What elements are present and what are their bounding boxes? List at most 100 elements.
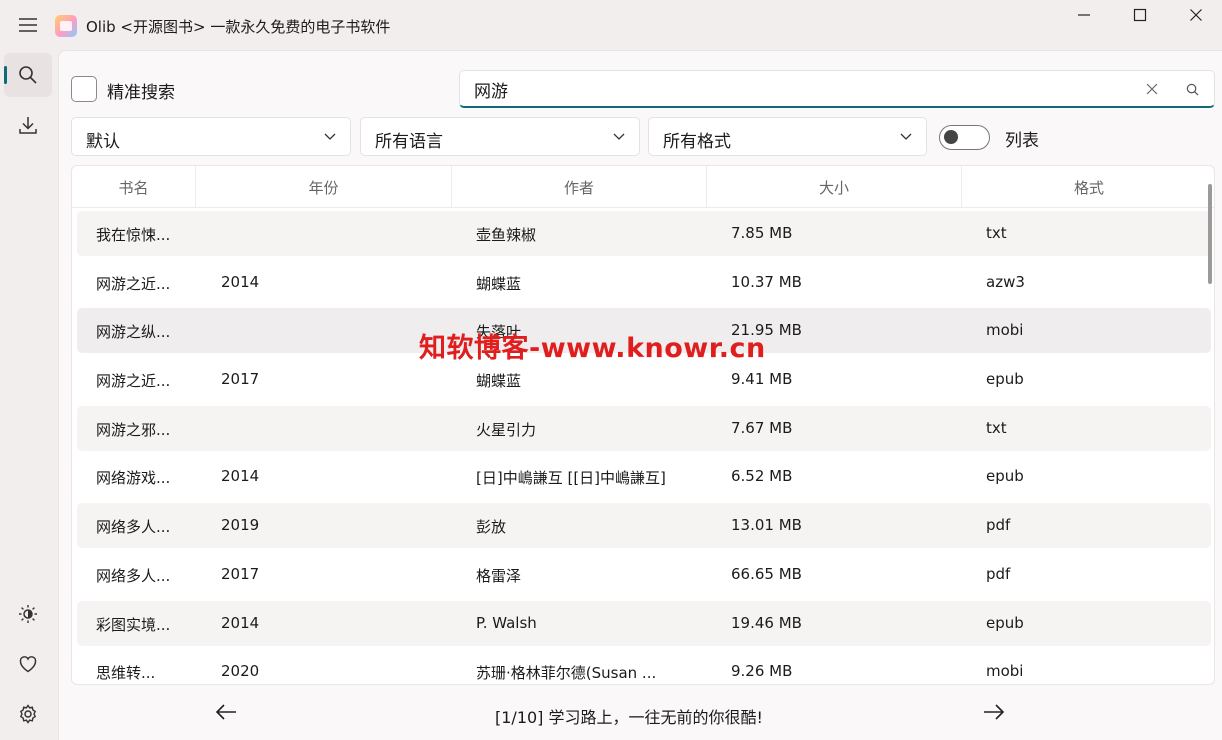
app-title: Olib <开源图书> 一款永久免费的电子书软件	[86, 18, 391, 36]
cell-author: 蝴蝶蓝	[476, 372, 522, 390]
table-row[interactable]: 网络游戏... 2014 [日]中嶋謙互 [[日]中嶋謙互] 6.52 MB e…	[77, 454, 1211, 499]
cell-format: mobi	[986, 662, 1024, 680]
table-scrollbar[interactable]	[1208, 184, 1212, 284]
theme-icon	[19, 605, 37, 623]
nav-settings[interactable]	[4, 692, 52, 736]
chevron-down-icon	[613, 133, 625, 140]
table-row[interactable]: 网络多人... 2017 格雷泽 66.65 MB pdf	[77, 552, 1211, 597]
language-select-value: 所有语言	[375, 132, 443, 152]
heart-icon	[19, 656, 37, 673]
watermark: 知软博客-www.knowr.cn	[419, 333, 766, 364]
precise-search-label: 精准搜索	[107, 83, 175, 103]
arrow-left-icon[interactable]	[211, 699, 241, 725]
cell-author: 苏珊·格林菲尔德(Susan ...	[476, 664, 657, 682]
close-icon[interactable]	[1142, 79, 1162, 99]
list-toggle-label: 列表	[1005, 131, 1039, 151]
cell-author: 火星引力	[476, 421, 537, 439]
toggle-knob	[944, 130, 958, 144]
cell-title: 网络多人...	[96, 518, 171, 536]
hamburger-menu-icon[interactable]	[12, 10, 44, 40]
column-header-author[interactable]: 作者	[452, 166, 707, 208]
cell-year: 2020	[221, 662, 260, 680]
table-row[interactable]: 网游之近... 2014 蝴蝶蓝 10.37 MB azw3	[77, 260, 1211, 305]
cell-year: 2014	[221, 467, 260, 485]
cell-title: 思维转...	[96, 664, 156, 682]
cell-year: 2019	[221, 516, 260, 534]
cell-title: 网络多人...	[96, 567, 171, 585]
cell-author: 彭放	[476, 518, 507, 536]
cell-year: 2017	[221, 565, 260, 583]
close-window-button[interactable]	[1166, 0, 1222, 30]
cell-year: 2014	[221, 273, 260, 291]
language-select[interactable]: 所有语言	[360, 117, 640, 156]
cell-size: 13.01 MB	[731, 516, 802, 534]
title-bar: Olib <开源图书> 一款永久免费的电子书软件	[0, 0, 1222, 50]
minimize-button[interactable]	[1054, 0, 1114, 30]
column-header-year[interactable]: 年份	[196, 166, 452, 208]
cell-size: 7.85 MB	[731, 224, 793, 242]
sort-select-value: 默认	[86, 132, 120, 152]
column-header-format[interactable]: 格式	[962, 166, 1214, 208]
cell-title: 网游之近...	[96, 275, 171, 293]
nav-search[interactable]	[4, 53, 52, 97]
nav-theme[interactable]	[4, 592, 52, 636]
cell-title: 我在惊悚...	[96, 226, 171, 244]
table-row[interactable]: 网络多人... 2019 彭放 13.01 MB pdf	[77, 503, 1211, 548]
maximize-button[interactable]	[1110, 0, 1170, 30]
pagination-text: [1/10] 学习路上，一往无前的你很酷!	[495, 708, 763, 727]
table-row[interactable]: 思维转... 2020 苏珊·格林菲尔德(Susan ... 9.26 MB m…	[77, 649, 1211, 684]
cell-author: [日]中嶋謙互 [[日]中嶋謙互]	[476, 469, 666, 487]
app-logo	[55, 15, 77, 37]
search-icon[interactable]	[1182, 79, 1202, 99]
cell-format: txt	[986, 224, 1007, 242]
cell-format: pdf	[986, 565, 1011, 583]
search-input[interactable]	[460, 71, 1130, 107]
format-select-value: 所有格式	[663, 132, 731, 152]
gear-icon	[19, 704, 37, 724]
table-header: 书名 年份 作者 大小 格式	[72, 166, 1214, 208]
cell-author: P. Walsh	[476, 614, 537, 632]
nav-download[interactable]	[4, 103, 52, 147]
cell-size: 6.52 MB	[731, 467, 793, 485]
cell-title: 彩图实境...	[96, 616, 171, 634]
results-table: 书名 年份 作者 大小 格式 我在惊悚... 壶鱼辣椒 7.85 MB txt …	[71, 165, 1215, 685]
cell-author: 壶鱼辣椒	[476, 226, 537, 244]
column-header-title[interactable]: 书名	[72, 166, 196, 208]
cell-format: mobi	[986, 321, 1024, 339]
download-icon	[19, 117, 37, 134]
sidebar	[0, 50, 58, 740]
cell-title: 网游之邪...	[96, 421, 171, 439]
cell-size: 66.65 MB	[731, 565, 802, 583]
cell-format: epub	[986, 370, 1024, 388]
search-icon	[19, 66, 37, 84]
cell-format: azw3	[986, 273, 1025, 291]
cell-author: 格雷泽	[476, 567, 522, 585]
precise-search-checkbox[interactable]	[71, 76, 97, 102]
cell-title: 网游之近...	[96, 372, 171, 390]
chevron-down-icon	[900, 133, 912, 140]
cell-year: 2014	[221, 614, 260, 632]
sort-select[interactable]: 默认	[71, 117, 351, 156]
cell-format: epub	[986, 614, 1024, 632]
cell-format: epub	[986, 467, 1024, 485]
cell-author: 蝴蝶蓝	[476, 275, 522, 293]
chevron-down-icon	[324, 133, 336, 140]
table-row[interactable]: 彩图实境... 2014 P. Walsh 19.46 MB epub	[77, 601, 1211, 646]
cell-title: 网络游戏...	[96, 469, 171, 487]
search-box	[459, 70, 1215, 108]
cell-format: pdf	[986, 516, 1011, 534]
cell-format: txt	[986, 419, 1007, 437]
arrow-right-icon[interactable]	[979, 699, 1009, 725]
cell-title: 网游之纵...	[96, 323, 171, 341]
table-row[interactable]: 我在惊悚... 壶鱼辣椒 7.85 MB txt	[77, 211, 1211, 256]
main-panel: 精准搜索 默认 所有语言 所有格式 列表 书名 年份 作者 大小 格式 我在惊悚…	[58, 50, 1222, 740]
format-select[interactable]: 所有格式	[648, 117, 927, 156]
column-header-size[interactable]: 大小	[707, 166, 962, 208]
table-row[interactable]: 网游之邪... 火星引力 7.67 MB txt	[77, 406, 1211, 451]
cell-size: 9.41 MB	[731, 370, 793, 388]
cell-size: 10.37 MB	[731, 273, 802, 291]
list-toggle[interactable]	[939, 125, 990, 150]
cell-size: 19.46 MB	[731, 614, 802, 632]
cell-size: 9.26 MB	[731, 662, 793, 680]
nav-favorite[interactable]	[4, 642, 52, 686]
